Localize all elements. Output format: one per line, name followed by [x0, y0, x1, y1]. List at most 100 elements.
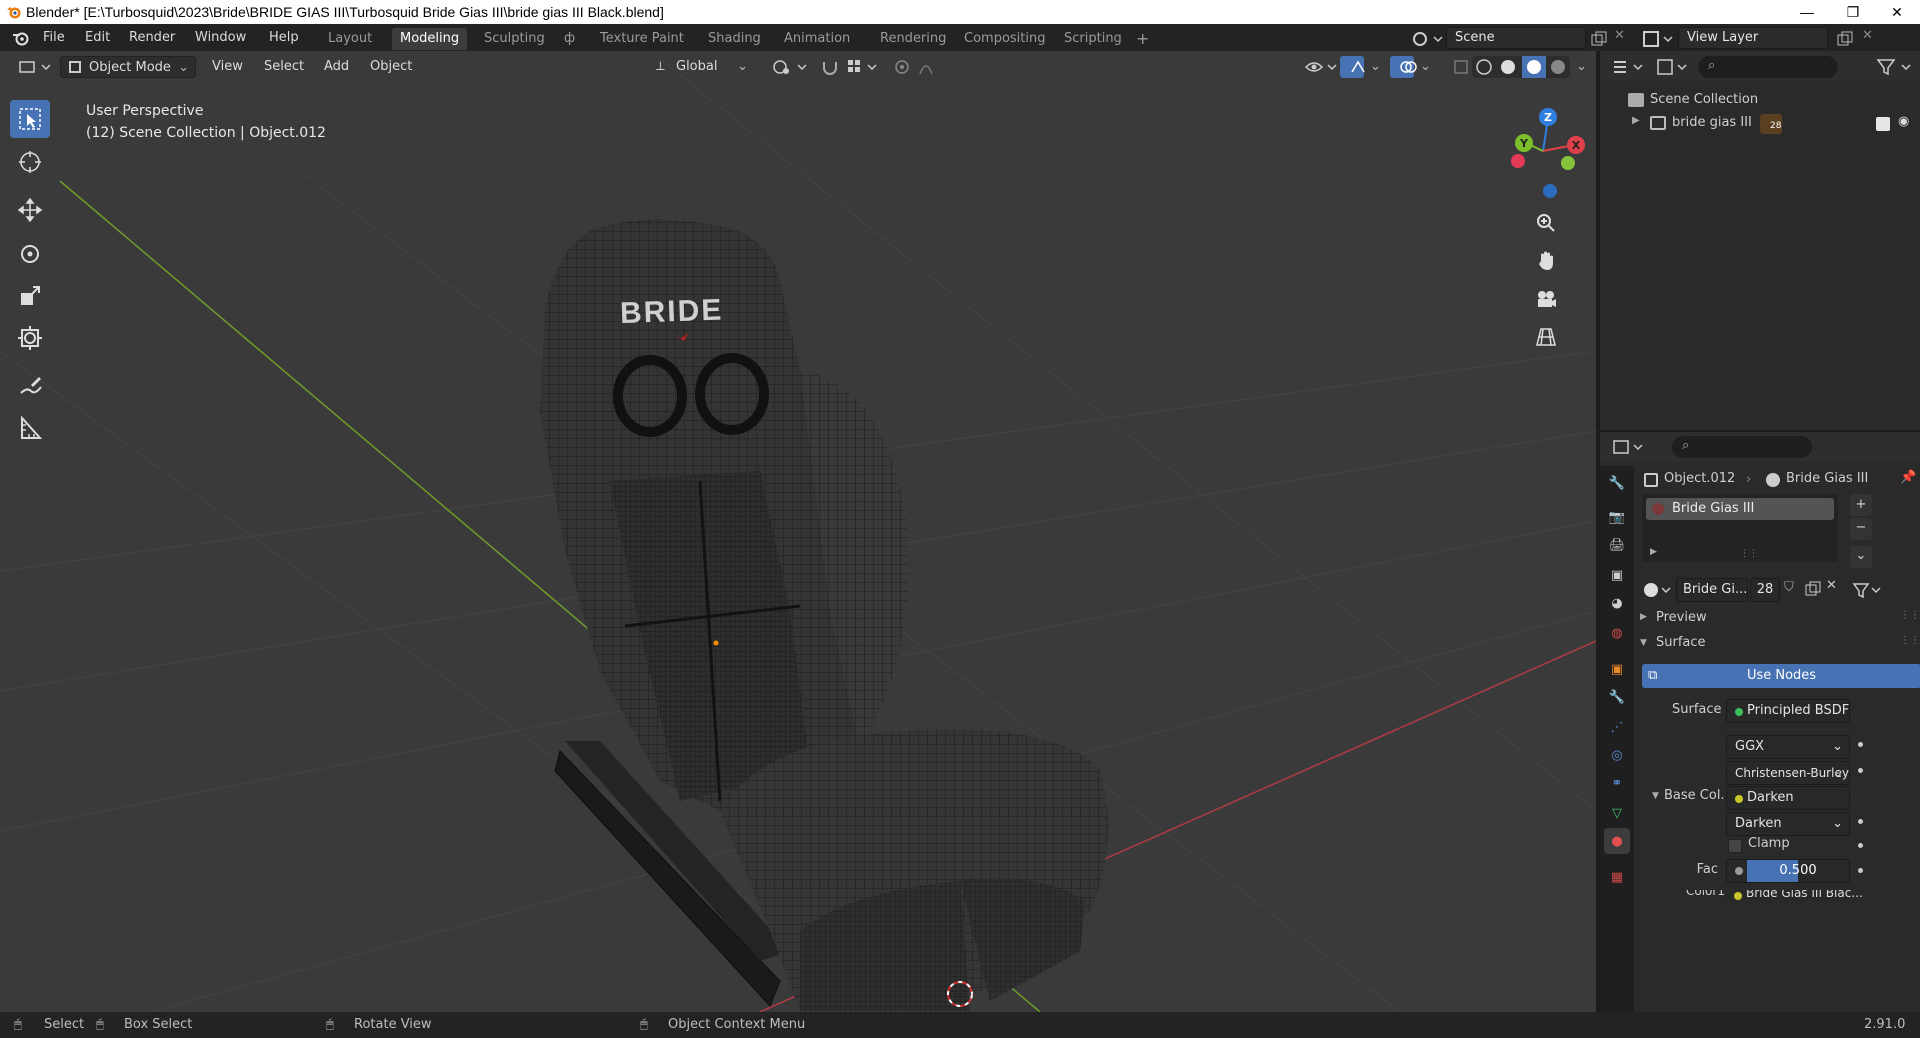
- visibility-selectability-icon[interactable]: [1296, 56, 1337, 78]
- tab-animation[interactable]: Animation: [776, 28, 858, 50]
- transform-tool-icon[interactable]: [10, 319, 50, 357]
- view-layer-tab-icon[interactable]: ▣: [1604, 562, 1630, 588]
- unlink-material-icon[interactable]: ✕: [1826, 578, 1837, 593]
- collapse-arrow-icon[interactable]: ▶: [1640, 612, 1647, 622]
- resize-grip-icon[interactable]: ⋮⋮: [1740, 549, 1758, 559]
- filter-icon[interactable]: [1874, 56, 1914, 78]
- fake-user-shield-icon[interactable]: ⛉: [1784, 580, 1794, 595]
- material-name-field[interactable]: Bride Gi...: [1676, 578, 1748, 602]
- tab-texture-paint[interactable]: Texture Paint: [592, 28, 692, 50]
- outliner-search-input[interactable]: ⌕: [1698, 56, 1838, 78]
- menu-render[interactable]: Render: [124, 28, 180, 48]
- perspective-toggle-icon[interactable]: [1530, 321, 1562, 353]
- tab-sculpting[interactable]: Sculpting: [476, 28, 553, 50]
- show-gizmo-icon[interactable]: [1340, 56, 1365, 78]
- close-window-button[interactable]: ✕: [1874, 0, 1920, 24]
- snap-increment-icon[interactable]: [838, 56, 878, 78]
- base-color-field[interactable]: Darken: [1726, 786, 1850, 810]
- material-link-icon[interactable]: [1850, 578, 1886, 602]
- proportional-editing-icon[interactable]: [884, 56, 909, 78]
- surface-shader-field[interactable]: Principled BSDF: [1726, 699, 1850, 723]
- orientation-dropdown[interactable]: ⟂ Global ⌄: [650, 56, 754, 78]
- mode-dropdown[interactable]: Object Mode ⌄: [60, 56, 196, 78]
- object-tab-icon[interactable]: ▣: [1604, 656, 1630, 682]
- outliner-root-label[interactable]: Scene Collection: [1650, 92, 1758, 107]
- drag-handle-icon[interactable]: ⋮⋮: [1900, 635, 1920, 646]
- material-users-count[interactable]: 28: [1750, 578, 1780, 602]
- minimize-button[interactable]: —: [1784, 0, 1830, 24]
- color1-row[interactable]: Color1 Bride Gias III Blac...: [1652, 890, 1912, 900]
- duplicate-material-icon[interactable]: [1804, 580, 1822, 598]
- exclude-checkbox[interactable]: [1876, 117, 1890, 131]
- keyframe-dot-icon[interactable]: [1858, 819, 1863, 824]
- slot-specials-chevron-icon[interactable]: ⌄: [1850, 546, 1872, 568]
- scale-tool-icon[interactable]: [10, 277, 50, 315]
- data-tab-icon[interactable]: ▽: [1604, 800, 1630, 826]
- snap-toggle-icon[interactable]: [812, 56, 837, 78]
- tab-uv-editing[interactable]: ф: [556, 28, 583, 50]
- eye-visibility-icon[interactable]: ◉: [1898, 114, 1909, 129]
- remove-slot-button[interactable]: −: [1850, 518, 1872, 540]
- distribution-dropdown[interactable]: GGX ⌄: [1726, 735, 1850, 759]
- menu-object[interactable]: Object: [364, 56, 418, 78]
- render-tab-icon[interactable]: 📷: [1604, 504, 1630, 530]
- show-overlays-icon[interactable]: [1390, 56, 1417, 78]
- rotate-tool-icon[interactable]: [10, 235, 50, 273]
- tab-layout[interactable]: Layout: [320, 28, 380, 50]
- tab-scripting[interactable]: Scripting: [1056, 28, 1130, 50]
- measure-tool-icon[interactable]: [10, 409, 50, 447]
- menu-file[interactable]: File: [38, 28, 70, 48]
- browse-material-icon[interactable]: [1640, 578, 1676, 602]
- properties-search-input[interactable]: ⌕: [1672, 436, 1812, 458]
- outliner-row[interactable]: ▶ bride gias III 28 ◉: [1600, 113, 1920, 135]
- xray-toggle-icon[interactable]: [1444, 56, 1468, 78]
- surface-section-header[interactable]: Surface: [1656, 635, 1706, 650]
- shading-options-chevron-icon[interactable]: ⌄: [1570, 56, 1590, 78]
- add-slot-button[interactable]: +: [1850, 494, 1872, 516]
- material-tab-icon[interactable]: ●: [1604, 828, 1630, 854]
- properties-editor-type-icon[interactable]: [1610, 436, 1650, 458]
- tab-rendering[interactable]: Rendering: [872, 28, 954, 50]
- select-box-tool-icon[interactable]: [10, 100, 50, 138]
- subsurface-method-dropdown[interactable]: Christensen-Burley ⌄: [1726, 761, 1850, 785]
- menu-view[interactable]: View: [206, 56, 249, 78]
- pin-icon[interactable]: 📌: [1900, 470, 1916, 485]
- menu-help[interactable]: Help: [264, 28, 304, 48]
- editor-type-icon[interactable]: [10, 56, 51, 78]
- scene-name-field[interactable]: Scene: [1446, 27, 1586, 49]
- tab-compositing[interactable]: Compositing: [956, 28, 1054, 50]
- world-tab-icon[interactable]: ◍: [1604, 620, 1630, 646]
- view-layer-name-field[interactable]: View Layer: [1678, 27, 1828, 49]
- chevron-down-icon[interactable]: ⌄: [1364, 56, 1384, 78]
- annotate-tool-icon[interactable]: [10, 367, 50, 405]
- zoom-icon[interactable]: [1530, 207, 1562, 239]
- pan-hand-icon[interactable]: [1530, 245, 1562, 277]
- maximize-button[interactable]: ❐: [1830, 0, 1876, 24]
- use-nodes-button[interactable]: ⧉ Use Nodes: [1642, 664, 1920, 688]
- menu-add[interactable]: Add: [318, 56, 355, 78]
- expand-arrow-icon[interactable]: ▶: [1650, 547, 1657, 557]
- navigation-gizmo[interactable]: Z X Y: [1498, 101, 1588, 201]
- particles-tab-icon[interactable]: ⋰: [1604, 714, 1630, 740]
- cursor-tool-icon[interactable]: [10, 143, 50, 181]
- preview-section-header[interactable]: Preview: [1656, 610, 1707, 625]
- blend-mode-dropdown[interactable]: Darken ⌄: [1726, 812, 1850, 836]
- falloff-icon[interactable]: [910, 56, 940, 78]
- delete-view-layer-icon[interactable]: ✕: [1862, 28, 1873, 43]
- tab-shading[interactable]: Shading: [700, 28, 769, 50]
- new-view-layer-icon[interactable]: [1836, 30, 1854, 48]
- delete-scene-icon[interactable]: ✕: [1614, 28, 1625, 43]
- modifier-tab-icon[interactable]: 🔧: [1604, 684, 1630, 710]
- material-slot-item[interactable]: Bride Gias III: [1646, 498, 1834, 520]
- expand-arrow-icon[interactable]: ▼: [1652, 791, 1659, 801]
- texture-tab-icon[interactable]: ▦: [1604, 864, 1630, 890]
- display-mode-icon[interactable]: [1654, 56, 1694, 78]
- tab-modeling[interactable]: Modeling: [392, 28, 468, 50]
- move-tool-icon[interactable]: [10, 191, 50, 229]
- keyframe-dot-icon[interactable]: [1858, 742, 1863, 747]
- keyframe-dot-icon[interactable]: [1858, 868, 1863, 873]
- fac-slider[interactable]: 0.500: [1726, 859, 1850, 883]
- new-scene-icon[interactable]: [1590, 30, 1608, 48]
- expand-arrow-icon[interactable]: ▼: [1640, 638, 1647, 648]
- menu-select[interactable]: Select: [258, 56, 310, 78]
